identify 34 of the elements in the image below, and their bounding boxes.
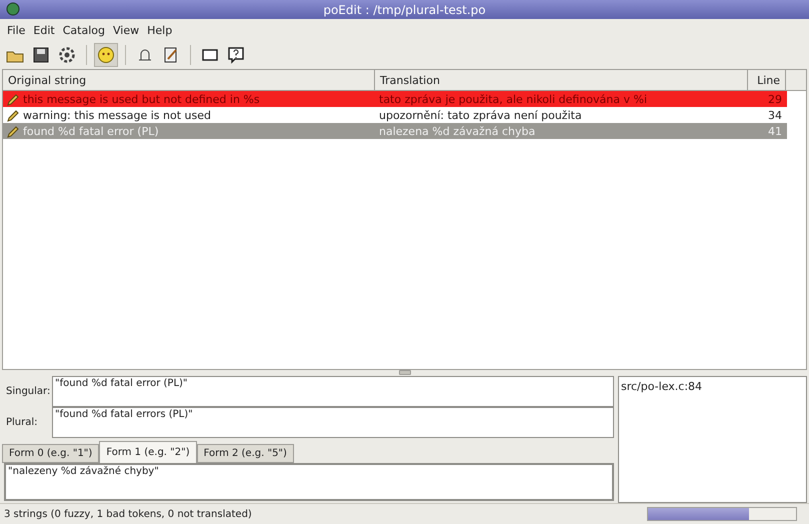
form-tab[interactable]: Form 1 (e.g. "2"): [99, 441, 197, 463]
window-title: poEdit : /tmp/plural-test.po: [323, 2, 486, 16]
menu-item[interactable]: Edit: [30, 24, 58, 36]
singular-label: Singular:: [5, 385, 52, 399]
column-header[interactable]: Translation: [375, 70, 748, 90]
table-cell-text: nalezena %d závažná chyba: [378, 124, 536, 139]
globe-icon: [6, 2, 20, 16]
help-icon: [227, 46, 245, 64]
table-cell: warning: this message is not used: [23, 108, 211, 122]
form-tab[interactable]: Form 2 (e.g. "5"): [196, 444, 294, 463]
reference-item[interactable]: src/po-lex.c:84: [621, 380, 804, 393]
splitter-handle[interactable]: [398, 370, 410, 375]
column-header[interactable]: Line: [748, 70, 786, 90]
table-cell-text: 34: [767, 108, 783, 123]
smiley-icon: [97, 46, 115, 64]
plural-text: "found %d fatal errors (PL)": [52, 407, 614, 438]
table-cell-text: tato zpráva je použita, ale nikoli definována v %i: [378, 92, 648, 107]
menu-item[interactable]: File: [4, 24, 28, 36]
menu-item[interactable]: Help: [144, 24, 176, 36]
table-cell-text: 29: [767, 92, 783, 107]
table-cell-text: 41: [767, 124, 783, 139]
status-text: 3 strings (0 fuzzy, 1 bad tokens, 0 not translated): [4, 508, 253, 520]
table-cell-text: upozornění: tato zpráva není použita: [378, 108, 583, 123]
menu-item[interactable]: Catalog: [60, 24, 108, 36]
plural-label: Plural:: [5, 416, 39, 430]
table-cell: this message is used but not defined in %s: [23, 92, 260, 106]
menu-item[interactable]: View: [110, 24, 142, 36]
translation-field[interactable]: "nalezeny %d závažné chyby": [4, 463, 614, 501]
table-cell: found %d fatal error (PL): [23, 124, 159, 138]
form-tab[interactable]: Form 0 (e.g. "1"): [2, 444, 100, 463]
singular-text: "found %d fatal error (PL)": [52, 376, 614, 407]
settings-icon: [58, 46, 76, 64]
save-icon: [32, 46, 50, 64]
column-header[interactable]: Original string: [3, 70, 375, 90]
